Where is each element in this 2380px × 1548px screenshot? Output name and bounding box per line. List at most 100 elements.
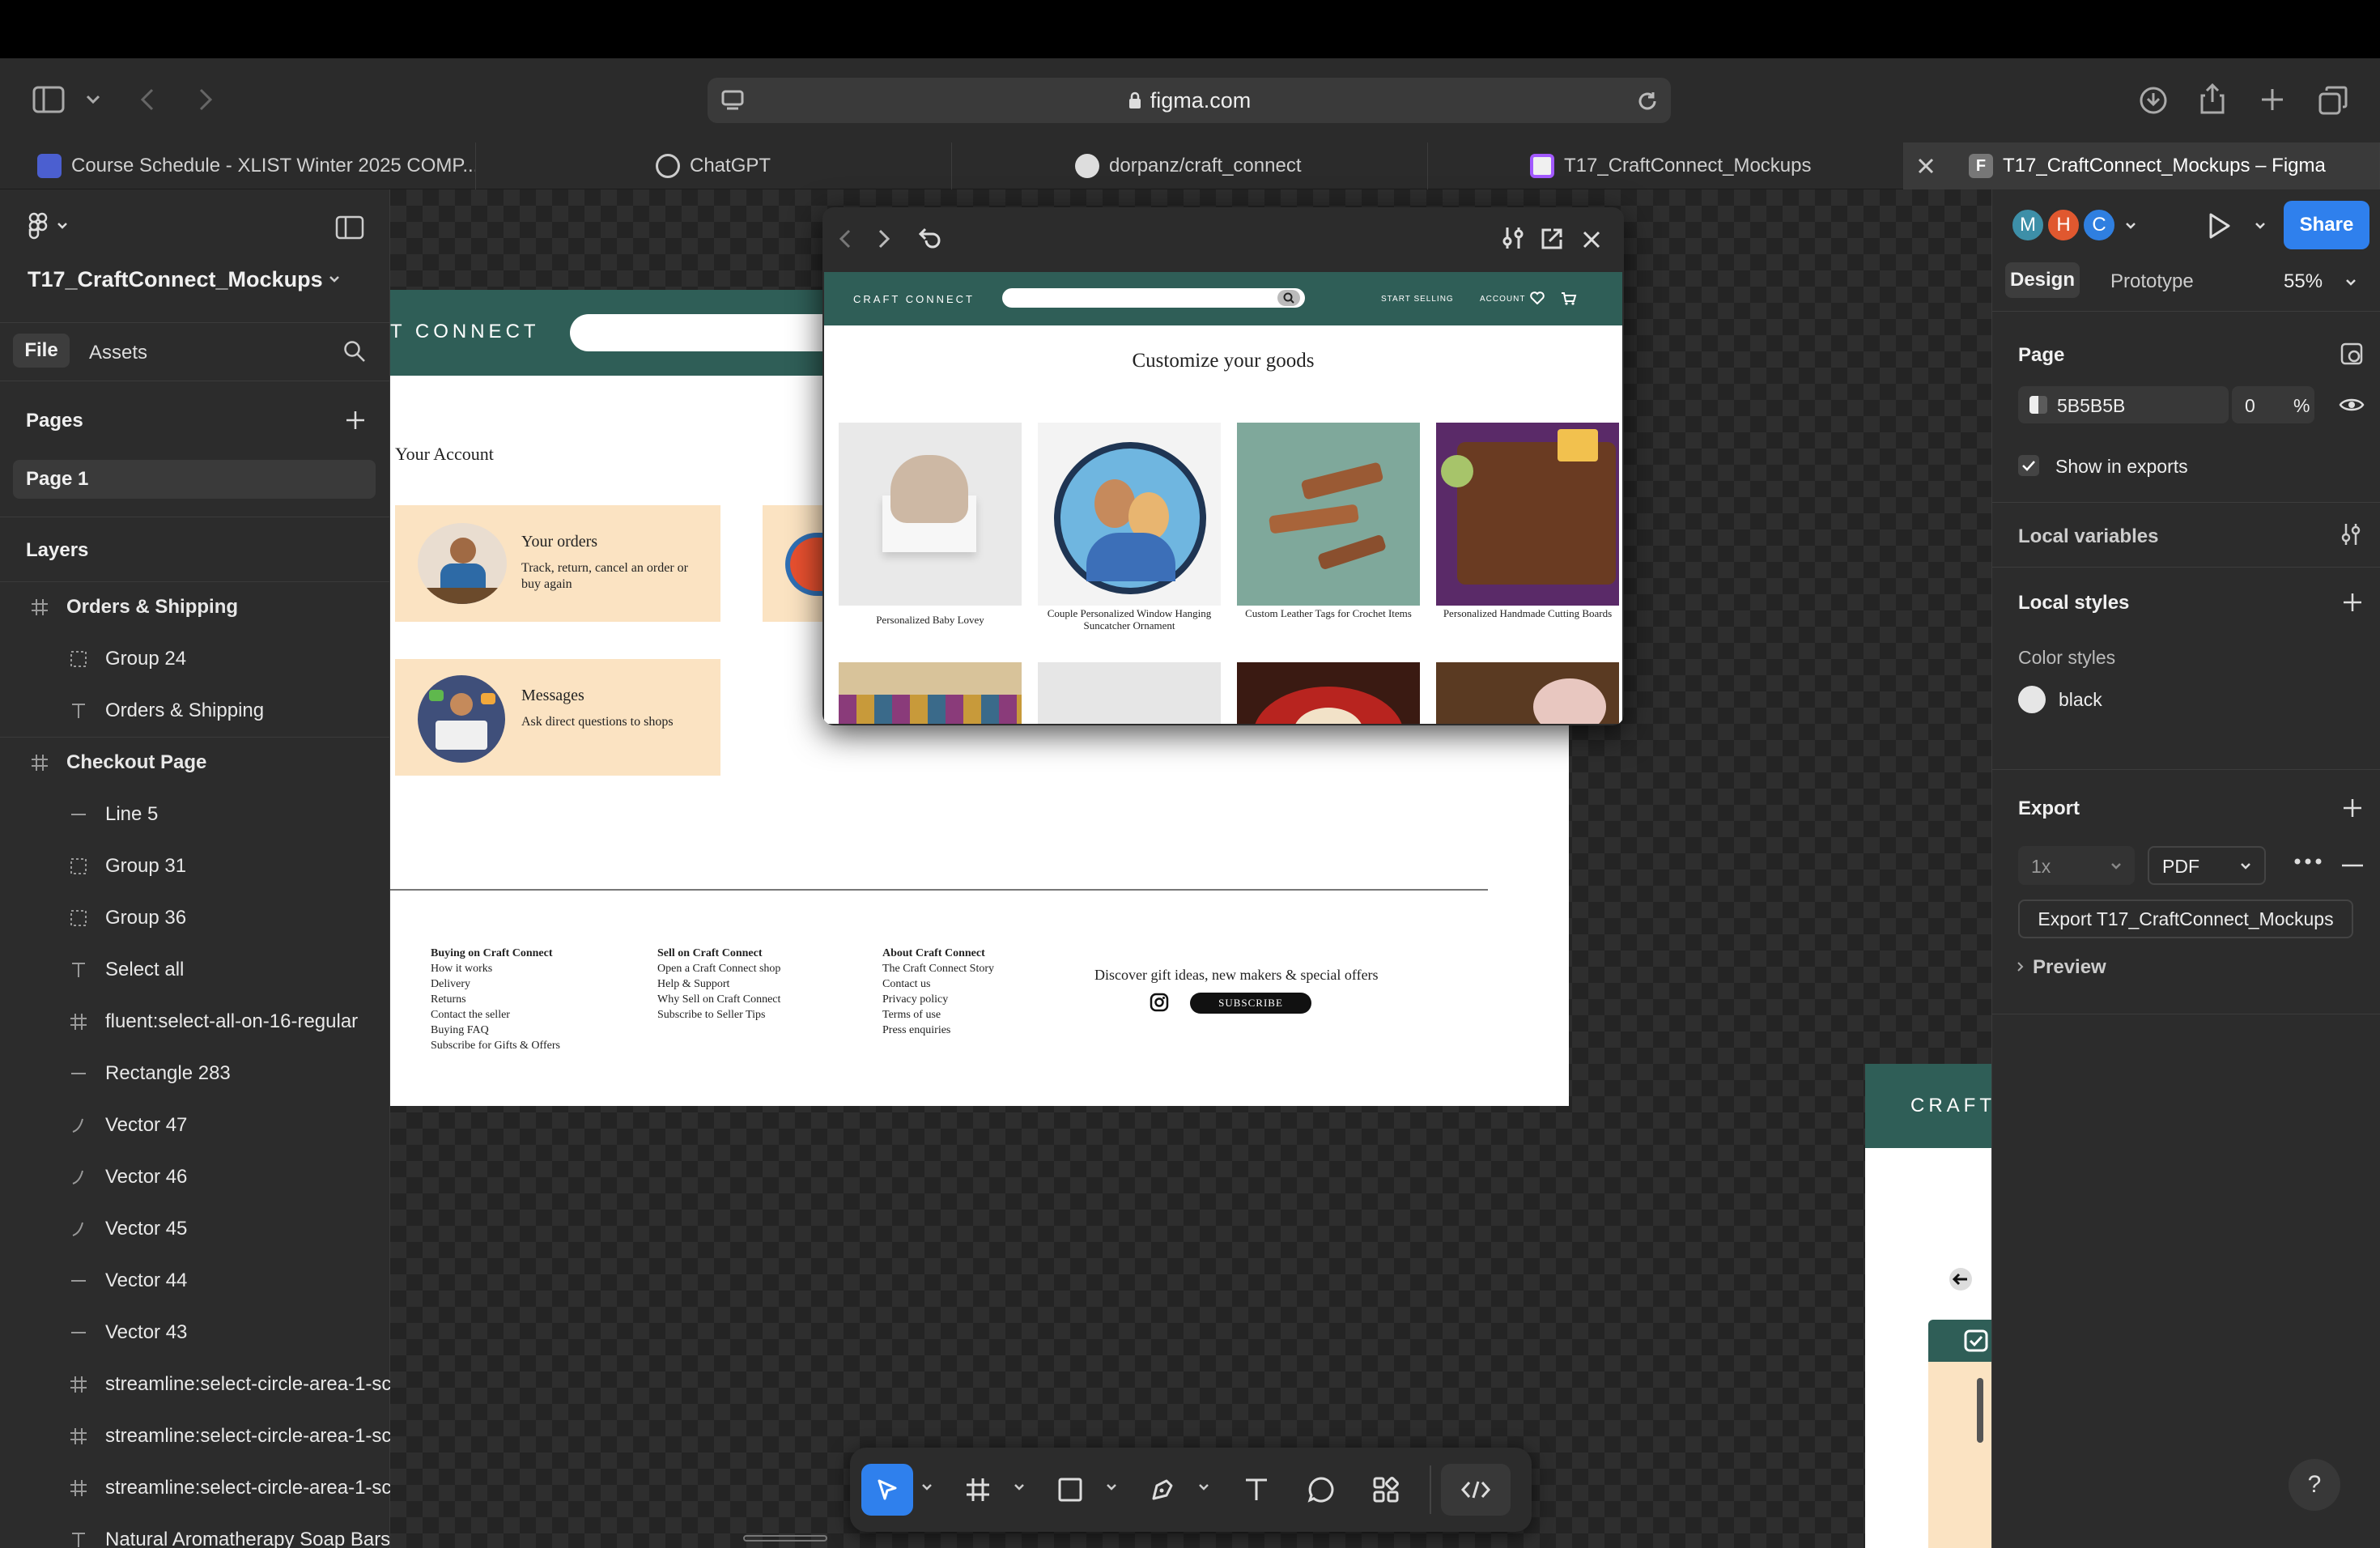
- tab-github[interactable]: dorpanz/craft_connect: [952, 142, 1428, 189]
- rectangle-tool-icon[interactable]: [1044, 1464, 1096, 1516]
- footer-link[interactable]: Delivery: [431, 976, 560, 992]
- chevron-down-icon[interactable]: [57, 222, 68, 230]
- search-icon[interactable]: [343, 340, 366, 363]
- product-card[interactable]: Personalized Handmade Cutting Boards: [1436, 423, 1619, 619]
- avatar[interactable]: H: [2046, 207, 2081, 243]
- share-button[interactable]: Share: [2284, 201, 2369, 249]
- color-style-name[interactable]: black: [2059, 689, 2102, 711]
- eye-icon[interactable]: [2339, 396, 2365, 414]
- layer-row[interactable]: streamline:select-circle-area-1-sc: [0, 1410, 390, 1462]
- layer-row[interactable]: Orders & Shipping: [0, 581, 390, 633]
- chevron-down-icon[interactable]: [329, 275, 340, 283]
- footer-link[interactable]: Buying FAQ: [431, 1023, 560, 1038]
- reload-icon[interactable]: [1637, 91, 1658, 112]
- export-scale-select[interactable]: 1x: [2018, 846, 2135, 885]
- footer-link[interactable]: The Craft Connect Story: [882, 961, 994, 976]
- footer-link[interactable]: Returns: [431, 992, 560, 1007]
- chevron-down-icon[interactable]: [86, 94, 100, 105]
- layer-row[interactable]: Vector 47: [0, 1099, 390, 1151]
- add-export-icon[interactable]: [2342, 797, 2363, 819]
- layer-row[interactable]: Orders & Shipping: [0, 685, 390, 737]
- export-button[interactable]: Export T17_CraftConnect_Mockups: [2018, 899, 2353, 938]
- select-all-icon[interactable]: [1964, 1329, 1988, 1352]
- page-opacity-field[interactable]: 0 %: [2232, 386, 2314, 423]
- chevron-down-icon[interactable]: [1106, 1483, 1119, 1496]
- layer-row[interactable]: Vector 43: [0, 1307, 390, 1359]
- layer-row[interactable]: Line 5: [0, 789, 390, 840]
- chevron-down-icon[interactable]: [2345, 279, 2357, 287]
- proto-nav-start-selling[interactable]: START SELLING: [1381, 295, 1454, 304]
- product-card[interactable]: Custom Leather Tags for Crochet Items: [1237, 423, 1420, 619]
- cart-icon[interactable]: [1561, 291, 1577, 306]
- pen-tool-icon[interactable]: [1137, 1464, 1188, 1516]
- second-frame[interactable]: CRAFT C: [1865, 1064, 1991, 1548]
- layer-row[interactable]: Natural Aromatherapy Soap Bars: [0, 1514, 390, 1548]
- layer-row[interactable]: Rectangle 283: [0, 1048, 390, 1099]
- footer-link[interactable]: Open a Craft Connect shop: [657, 961, 780, 976]
- close-tab-icon[interactable]: [1917, 157, 1935, 175]
- layer-row[interactable]: Checkout Page: [0, 737, 390, 789]
- variables-icon[interactable]: [2340, 522, 2361, 546]
- dev-mode-icon[interactable]: [1441, 1464, 1511, 1516]
- footer-link[interactable]: Subscribe to Seller Tips: [657, 1007, 780, 1023]
- layer-row[interactable]: Group 31: [0, 840, 390, 892]
- help-button[interactable]: ?: [2289, 1459, 2340, 1511]
- tab-figma-file[interactable]: T17_CraftConnect_Mockups: [1428, 142, 1904, 189]
- proto-forward-icon[interactable]: [878, 228, 890, 249]
- chevron-right-icon[interactable]: [2017, 961, 2025, 972]
- tab-design[interactable]: Design: [2005, 262, 2080, 298]
- show-in-exports-checkbox[interactable]: [2018, 455, 2039, 476]
- page-opacity-value[interactable]: 0: [2245, 395, 2255, 417]
- page-item-page-1[interactable]: Page 1: [13, 460, 376, 499]
- panel-toggle-icon[interactable]: [335, 215, 364, 240]
- proto-settings-icon[interactable]: [1501, 225, 1525, 251]
- local-variables-title[interactable]: Local variables: [2018, 525, 2158, 548]
- export-format-select[interactable]: PDF: [2148, 846, 2266, 885]
- preview-toggle[interactable]: Preview: [2033, 956, 2106, 979]
- layer-row[interactable]: Group 24: [0, 633, 390, 685]
- address-bar[interactable]: figma.com: [708, 78, 1671, 123]
- subscribe-button[interactable]: SUBSCRIBE: [1190, 993, 1311, 1014]
- export-more-icon[interactable]: [2293, 857, 2323, 865]
- layer-row[interactable]: Vector 45: [0, 1203, 390, 1255]
- tab-chatgpt[interactable]: ChatGPT: [476, 142, 952, 189]
- tab-prototype[interactable]: Prototype: [2110, 270, 2194, 293]
- footer-link[interactable]: Privacy policy: [882, 992, 994, 1007]
- forward-icon[interactable]: [198, 87, 214, 112]
- tab-course-schedule[interactable]: Course Schedule - XLIST Winter 2025 COMP…: [0, 142, 476, 189]
- file-name[interactable]: T17_CraftConnect_Mockups: [28, 267, 323, 292]
- footer-link[interactable]: How it works: [431, 961, 560, 976]
- footer-link[interactable]: Why Sell on Craft Connect: [657, 992, 780, 1007]
- product-card[interactable]: Couple Personalized Window Hanging Sunca…: [1038, 423, 1221, 632]
- figma-menu-icon[interactable]: [28, 212, 49, 241]
- proto-search-icon[interactable]: [1277, 290, 1300, 306]
- page-styles-icon[interactable]: [2340, 342, 2363, 365]
- footer-link[interactable]: Terms of use: [882, 1007, 994, 1023]
- footer-link[interactable]: Subscribe for Gifts & Offers: [431, 1038, 560, 1053]
- tab-figma-active[interactable]: F T17_CraftConnect_Mockups – Figma: [1904, 142, 2380, 189]
- page-fill-swatch[interactable]: [2029, 396, 2047, 414]
- share-page-icon[interactable]: [2199, 83, 2226, 115]
- instagram-icon[interactable]: [1150, 993, 1169, 1012]
- move-tool-icon[interactable]: [861, 1464, 913, 1516]
- color-style-swatch[interactable]: [2018, 686, 2046, 713]
- footer-link[interactable]: Contact us: [882, 976, 994, 992]
- layer-row[interactable]: Vector 46: [0, 1151, 390, 1203]
- prototype-window[interactable]: CRAFT CONNECT START SELLING ACCOUNT Cust…: [822, 207, 1624, 725]
- proto-open-external-icon[interactable]: [1540, 227, 1564, 251]
- tab-overview-icon[interactable]: [2318, 86, 2348, 115]
- proto-restart-icon[interactable]: [915, 227, 941, 251]
- footer-link[interactable]: Help & Support: [657, 976, 780, 992]
- proto-back-icon[interactable]: [839, 228, 852, 249]
- sidebar-toggle-icon[interactable]: [32, 86, 65, 113]
- present-play-icon[interactable]: [2208, 212, 2232, 240]
- chevron-down-icon[interactable]: [1198, 1483, 1211, 1496]
- footer-link[interactable]: Contact the seller: [431, 1007, 560, 1023]
- text-tool-icon[interactable]: [1230, 1464, 1282, 1516]
- page-fill-hex[interactable]: 5B5B5B: [2057, 395, 2125, 417]
- new-tab-icon[interactable]: [2260, 87, 2284, 112]
- chevron-down-icon[interactable]: [921, 1483, 934, 1496]
- avatar[interactable]: M: [2010, 207, 2046, 243]
- layer-row[interactable]: Group 36: [0, 892, 390, 944]
- frame-tool-icon[interactable]: [952, 1464, 1004, 1516]
